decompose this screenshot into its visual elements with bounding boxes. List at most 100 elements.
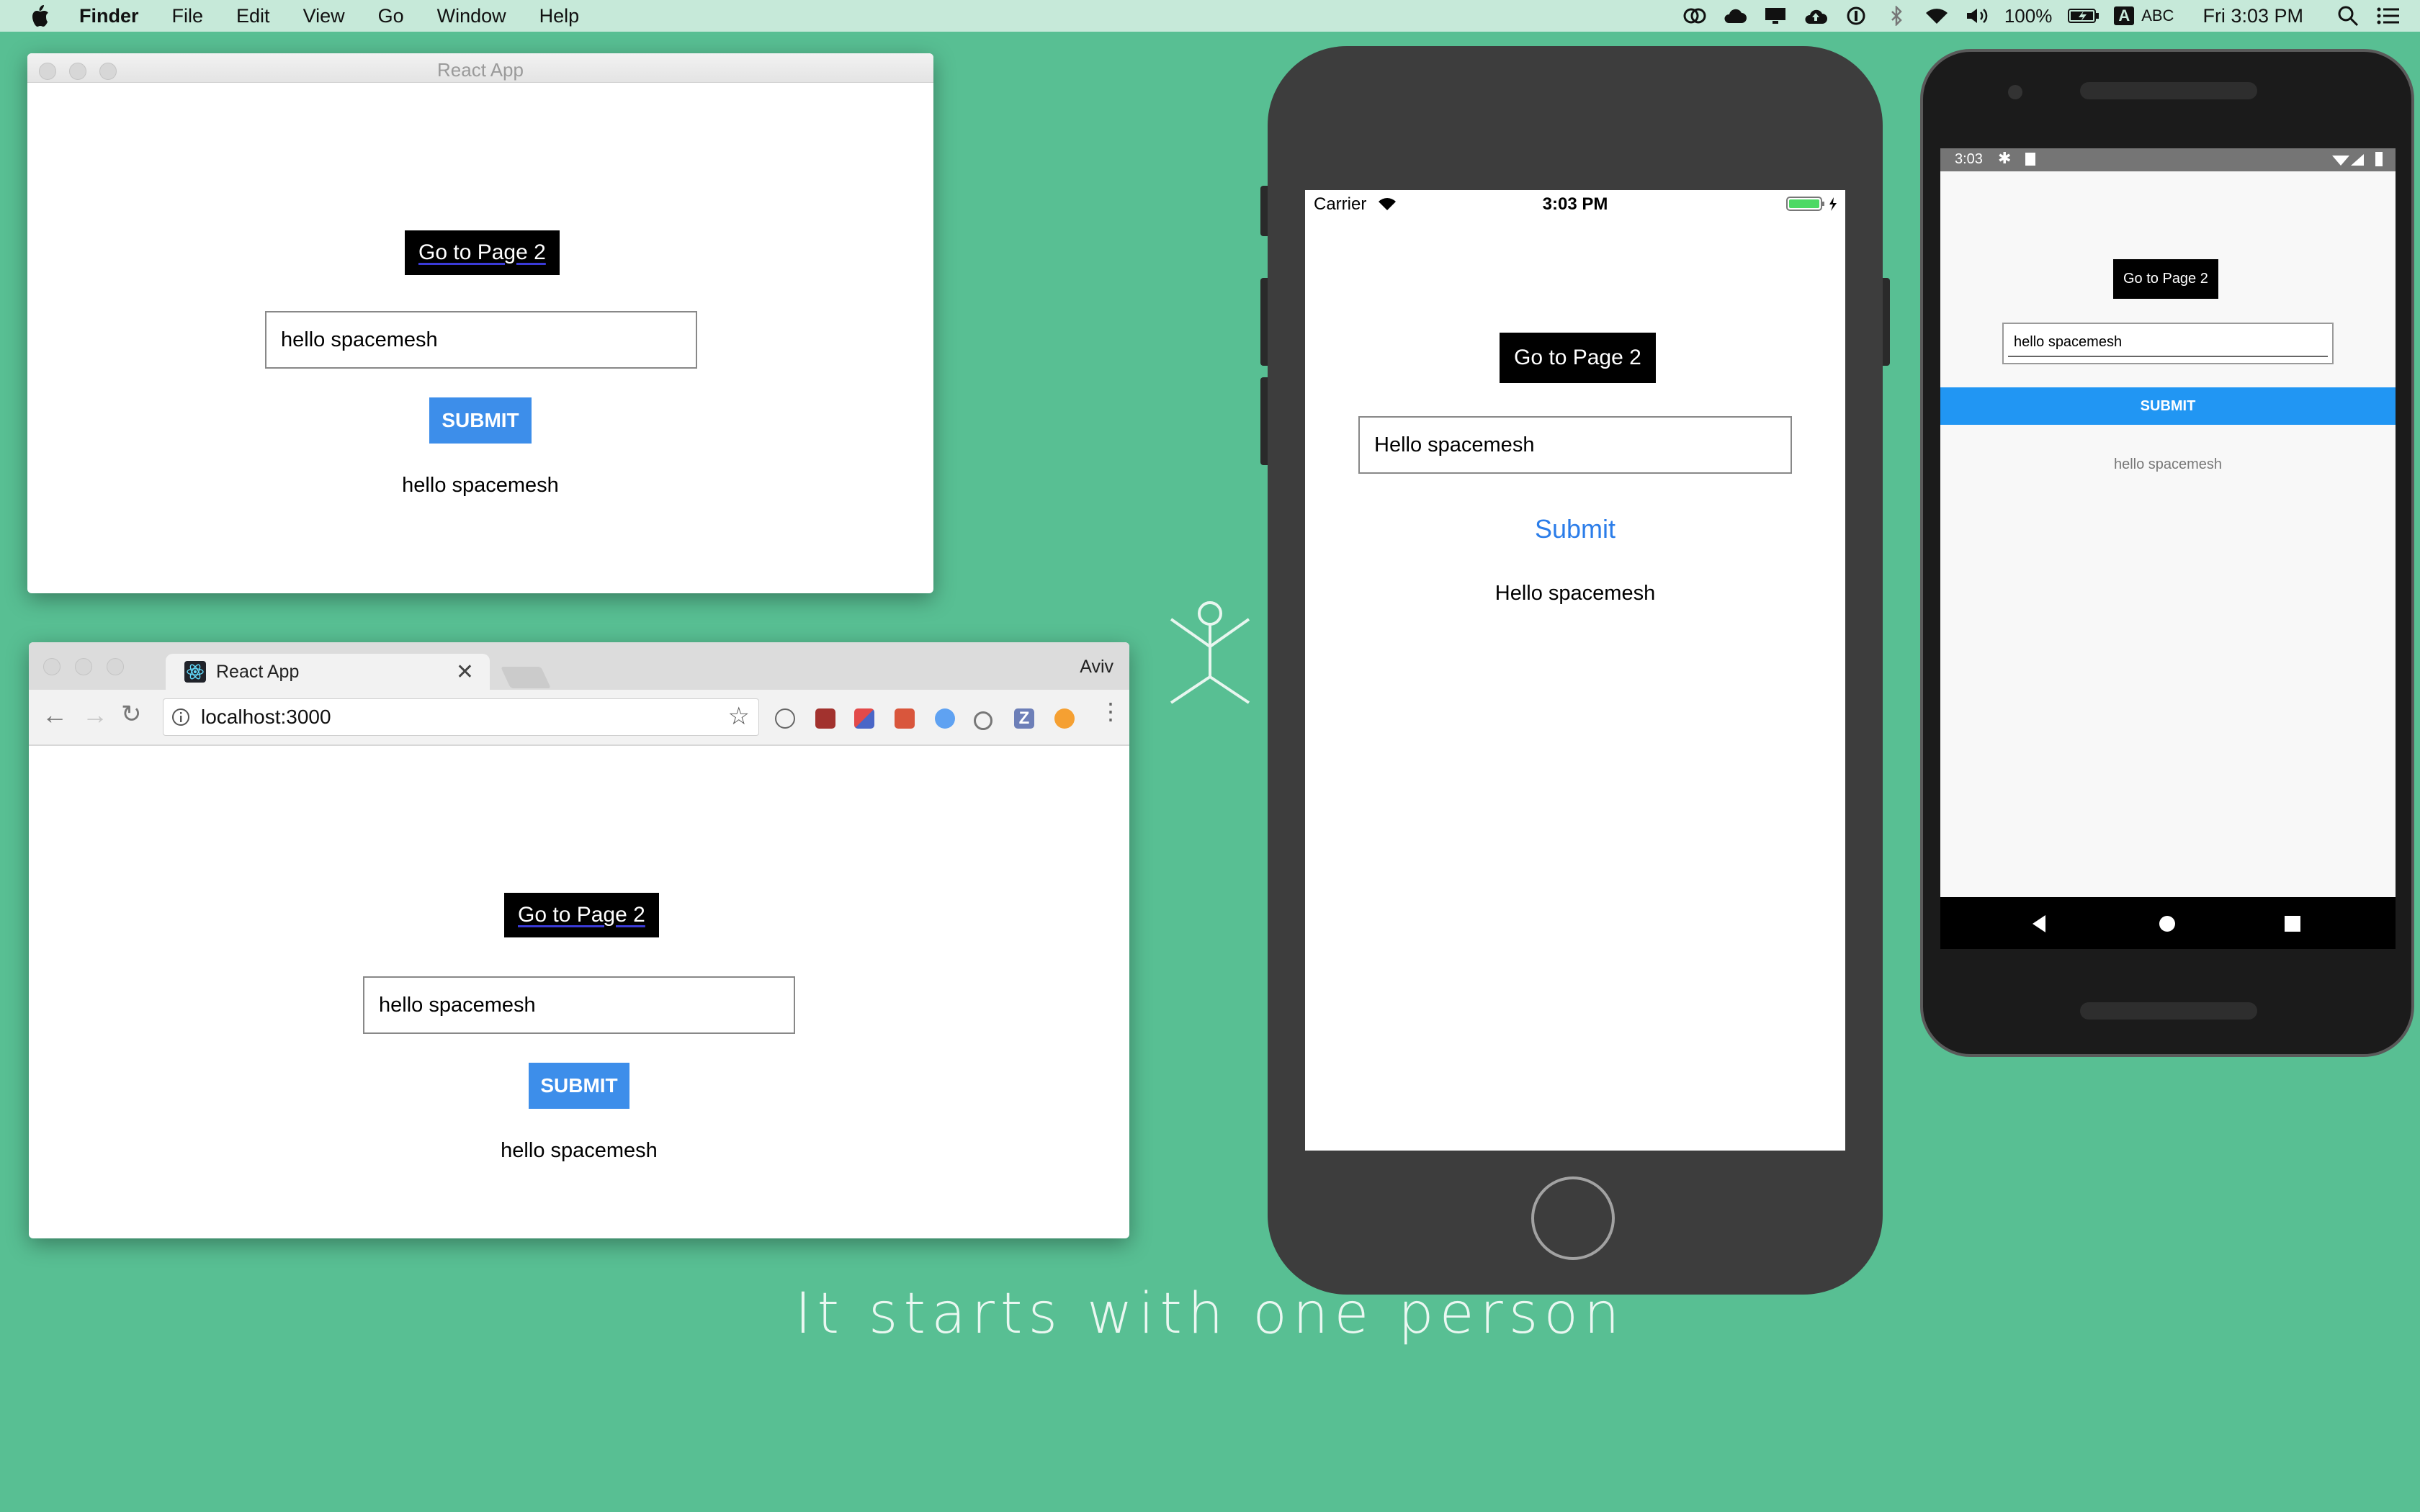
menu-finder[interactable]: Finder	[79, 5, 139, 27]
reload-icon[interactable]: ↻	[121, 700, 142, 729]
camera-extension-icon[interactable]	[935, 708, 955, 729]
echo-text: hello spacemesh	[402, 474, 559, 497]
android-status-bar: 3:03 ✱	[1940, 148, 2396, 171]
refresh-extension-icon[interactable]	[974, 711, 992, 730]
chrome-window: React App ✕ Aviv ← → ↻ localhost:3000 ☆ …	[29, 642, 1129, 1238]
android-settings-icon: ✱	[1998, 149, 2012, 167]
input-source-label[interactable]: ABC	[2141, 6, 2174, 25]
back-icon[interactable]: ←	[42, 700, 68, 730]
tab-title: React App	[216, 661, 300, 682]
close-tab-icon[interactable]: ✕	[456, 660, 474, 685]
menubar-clock[interactable]: Fri 3:03 PM	[2202, 5, 2303, 27]
android-nav-bar	[1940, 897, 2396, 949]
go-to-page-2-button[interactable]: Go to Page 2	[504, 893, 659, 937]
profile-name[interactable]: Aviv	[1080, 657, 1113, 678]
window-titlebar: React App	[27, 53, 933, 83]
onepassword-extension-icon[interactable]	[775, 708, 795, 729]
list-icon[interactable]	[2375, 5, 2401, 27]
menu-window[interactable]: Window	[437, 5, 506, 27]
android-home-icon[interactable]	[2159, 916, 2175, 932]
go-to-page-2-button[interactable]: Go to Page 2	[1500, 333, 1656, 383]
zoom-window-button[interactable]	[107, 658, 124, 675]
input-underline	[2008, 356, 2328, 357]
message-input[interactable]	[363, 976, 795, 1034]
ublock-extension-icon[interactable]	[815, 708, 835, 729]
message-input[interactable]	[1358, 416, 1792, 474]
echo-text: hello spacemesh	[2113, 456, 2223, 472]
apple-icon[interactable]	[29, 4, 50, 28]
search-icon[interactable]	[2335, 5, 2361, 27]
message-input-value: hello spacemesh	[2014, 334, 2123, 350]
bluetooth-icon[interactable]	[1883, 5, 1909, 27]
wifi-icon[interactable]	[1924, 5, 1950, 27]
menu-edit[interactable]: Edit	[236, 5, 270, 27]
android-recents-icon[interactable]	[2285, 916, 2300, 932]
go-to-page-2-button[interactable]: Go to Page 2	[2113, 259, 2218, 299]
android-sdcard-icon	[2025, 153, 2035, 166]
android-speaker-top	[2080, 82, 2257, 99]
pattern-extension-icon[interactable]	[895, 708, 915, 729]
input-source-badge[interactable]: A	[2114, 6, 2135, 25]
iphone-home-button[interactable]	[1531, 1176, 1615, 1260]
colorpick-extension-icon[interactable]	[854, 708, 874, 729]
display-icon[interactable]	[1762, 5, 1788, 27]
chrome-tab-bar: React App ✕ Aviv	[29, 642, 1129, 690]
forward-icon[interactable]: →	[82, 700, 108, 730]
menu-bar: Finder File Edit View Go Window Help 100…	[0, 0, 2420, 32]
echo-text: Hello spacemesh	[1494, 582, 1656, 605]
android-speaker-bottom	[2080, 1002, 2257, 1020]
menu-view[interactable]: View	[303, 5, 345, 27]
submit-button[interactable]: SUBMIT	[529, 1063, 629, 1109]
go-to-page-2-label: Go to Page 2	[418, 240, 546, 264]
android-battery-icon	[2375, 152, 2383, 166]
android-front-camera	[2008, 85, 2022, 99]
close-window-button[interactable]	[43, 658, 60, 675]
android-time: 3:03	[1955, 151, 1983, 167]
submit-button[interactable]: SUBMIT	[1940, 387, 2396, 425]
go-to-page-2-label: Go to Page 2	[1514, 346, 1641, 369]
url-text[interactable]: localhost:3000	[201, 706, 331, 729]
go-to-page-2-label: Go to Page 2	[2123, 271, 2208, 287]
cloud-icon[interactable]	[1722, 5, 1748, 27]
battery-icon[interactable]	[2068, 5, 2099, 27]
message-input[interactable]	[265, 311, 697, 369]
creative-cloud-icon[interactable]	[1682, 5, 1708, 27]
menu-go[interactable]: Go	[378, 5, 404, 27]
echo-text: hello spacemesh	[501, 1139, 658, 1162]
status-menus: 100% A ABC Fri 3:03 PM	[1682, 0, 2420, 32]
go-to-page-2-label: Go to Page 2	[518, 903, 645, 927]
ios-battery-icon	[1786, 197, 1837, 211]
android-signal-icon	[2332, 154, 2364, 166]
chrome-menu-icon[interactable]: ⋮	[1099, 700, 1122, 723]
go-to-page-2-button[interactable]: Go to Page 2	[405, 230, 560, 275]
desktop-app-window: React App Go to Page 2 SUBMIT hello spac…	[27, 53, 933, 593]
minimize-window-button[interactable]	[75, 658, 92, 675]
zotero-extension-icon[interactable]: Z	[1014, 708, 1034, 729]
volume-icon[interactable]	[1964, 5, 1990, 27]
android-emulator: 3:03 ✱ Go to Page 2 hello spacemesh SUBM…	[1920, 49, 2414, 1057]
bookmark-star-icon[interactable]: ☆	[728, 702, 750, 731]
stick-person-logo	[1170, 601, 1250, 704]
menu-help[interactable]: Help	[539, 5, 580, 27]
iphone-simulator: Carrier 3:03 PM Go to Page 2 Submit Hell…	[1268, 46, 1883, 1295]
ios-time: 3:03 PM	[1542, 194, 1608, 214]
submit-button[interactable]: SUBMIT	[429, 397, 532, 444]
info-icon[interactable]	[171, 707, 191, 727]
battery-percent: 100%	[2004, 4, 2053, 27]
upload-icon[interactable]	[1803, 5, 1829, 27]
submit-button[interactable]: Submit	[1305, 514, 1845, 544]
iphone-screen: Carrier 3:03 PM Go to Page 2 Submit Hell…	[1305, 190, 1845, 1151]
browser-tab[interactable]: React App ✕	[166, 654, 490, 690]
menu-file[interactable]: File	[172, 5, 204, 27]
android-back-icon[interactable]	[2031, 914, 2047, 933]
tagline: It starts with one person	[794, 1282, 1626, 1346]
address-bar[interactable]: localhost:3000 ☆	[163, 698, 759, 736]
onepassword-icon[interactable]	[1843, 5, 1869, 27]
chrome-toolbar: ← → ↻ localhost:3000 ☆ Z ⋮	[29, 690, 1129, 746]
message-input[interactable]: hello spacemesh	[2002, 323, 2334, 364]
metamask-extension-icon[interactable]	[1054, 708, 1075, 729]
window-title: React App	[437, 59, 524, 81]
android-screen: 3:03 ✱ Go to Page 2 hello spacemesh SUBM…	[1940, 148, 2396, 949]
new-tab-button[interactable]	[501, 667, 551, 688]
react-favicon-icon	[184, 661, 206, 683]
